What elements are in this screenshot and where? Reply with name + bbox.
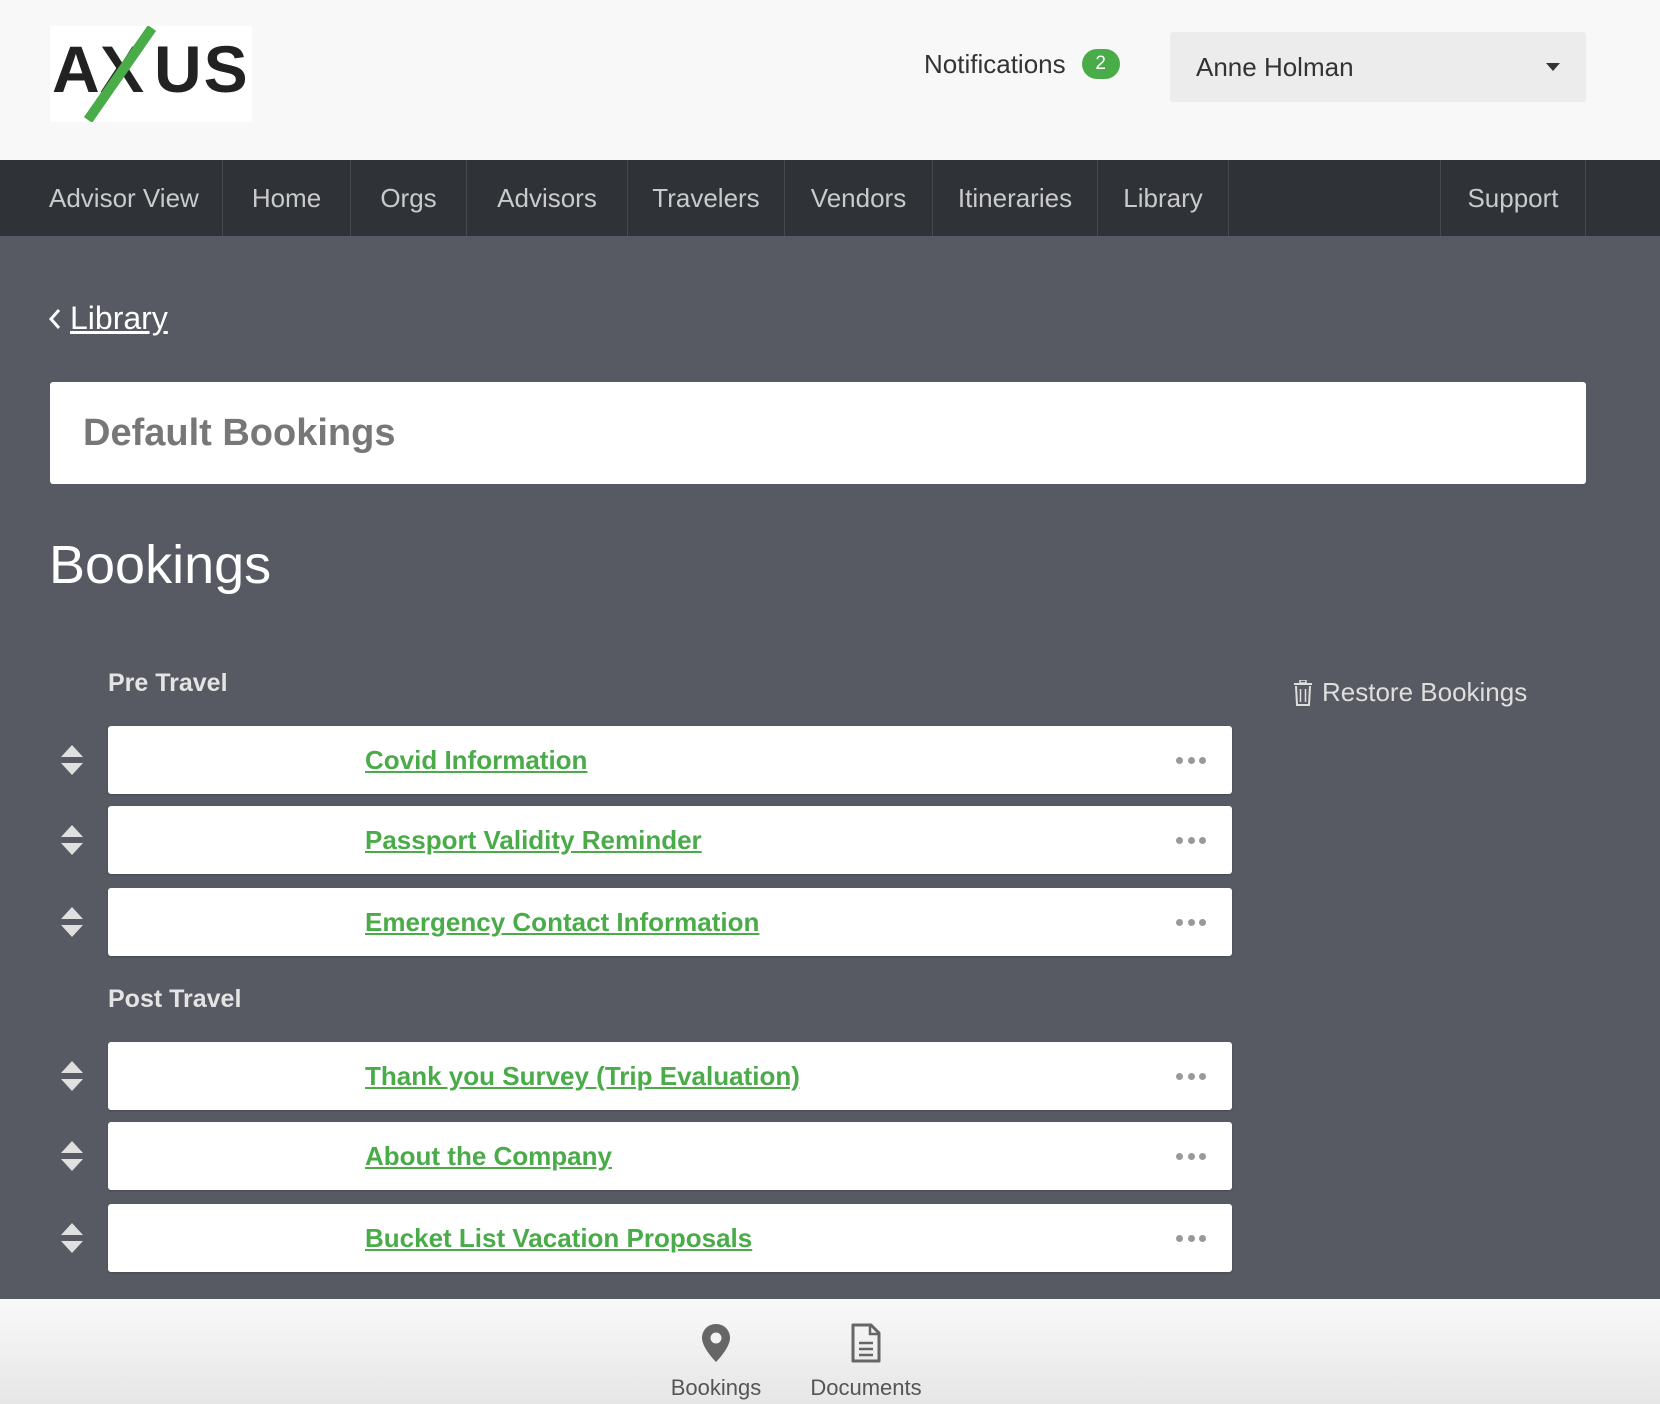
notifications-count-badge: 2 [1081, 49, 1120, 79]
more-options-icon[interactable] [1176, 1064, 1206, 1088]
booking-row: Covid Information [50, 726, 1232, 794]
restore-bookings-label: Restore Bookings [1322, 677, 1528, 707]
booking-title-link[interactable]: Thank you Survey (Trip Evaluation) [365, 1042, 800, 1110]
caret-down-icon [1546, 63, 1560, 71]
app-header: A X US Notifications 2 Anne Holman [0, 0, 1660, 160]
back-link-label: Library [70, 300, 168, 336]
title-card: Default Bookings [50, 382, 1586, 484]
more-options-icon[interactable] [1176, 910, 1206, 934]
group-label-post-travel: Post Travel [108, 985, 242, 1013]
user-name: Anne Holman [1196, 51, 1354, 82]
more-options-icon[interactable] [1176, 748, 1206, 772]
booking-row: Thank you Survey (Trip Evaluation) [50, 1042, 1232, 1110]
nav-support[interactable]: Support [1441, 160, 1585, 236]
booking-row: Bucket List Vacation Proposals [50, 1204, 1232, 1272]
back-to-library-link[interactable]: Library [48, 300, 168, 337]
booking-title-link[interactable]: Emergency Contact Information [365, 888, 759, 956]
group-label-pre-travel: Pre Travel [108, 669, 228, 697]
drag-handle-icon[interactable] [60, 1059, 84, 1093]
more-options-icon[interactable] [1176, 1226, 1206, 1250]
booking-title-link[interactable]: Covid Information [365, 726, 587, 794]
drag-handle-icon[interactable] [60, 1139, 84, 1173]
nav-advisors[interactable]: Advisors [467, 160, 627, 236]
user-menu-dropdown[interactable]: Anne Holman [1170, 32, 1586, 102]
page-title: Default Bookings [83, 411, 396, 454]
booking-card: Emergency Contact Information [108, 888, 1232, 956]
bottom-tab-documents[interactable]: Documents [806, 1299, 926, 1404]
map-pin-icon [702, 1324, 730, 1362]
restore-bookings-button[interactable]: Restore Bookings [1292, 677, 1527, 708]
booking-title-link[interactable]: Passport Validity Reminder [365, 806, 702, 874]
drag-handle-icon[interactable] [60, 1221, 84, 1255]
booking-card: Thank you Survey (Trip Evaluation) [108, 1042, 1232, 1110]
nav-vendors[interactable]: Vendors [785, 160, 932, 236]
booking-title-link[interactable]: About the Company [365, 1122, 612, 1190]
nav-divider [1228, 160, 1229, 236]
bottom-tab-label: Bookings [670, 1375, 762, 1400]
nav-library[interactable]: Library [1098, 160, 1228, 236]
nav-home[interactable]: Home [223, 160, 350, 236]
booking-title-link[interactable]: Bucket List Vacation Proposals [365, 1204, 752, 1272]
booking-card: About the Company [108, 1122, 1232, 1190]
booking-card: Bucket List Vacation Proposals [108, 1204, 1232, 1272]
booking-card: Passport Validity Reminder [108, 806, 1232, 874]
drag-handle-icon[interactable] [60, 823, 84, 857]
drag-handle-icon[interactable] [60, 905, 84, 939]
more-options-icon[interactable] [1176, 1144, 1206, 1168]
axus-logo[interactable]: A X US [50, 26, 252, 122]
nav-orgs[interactable]: Orgs [351, 160, 466, 236]
section-heading: Bookings [49, 535, 272, 595]
notifications-link[interactable]: Notifications 2 [924, 46, 1120, 82]
chevron-left-icon [48, 308, 61, 329]
booking-row: Passport Validity Reminder [50, 806, 1232, 874]
nav-divider [1585, 160, 1586, 236]
document-icon [851, 1323, 881, 1363]
notifications-label: Notifications [924, 48, 1066, 79]
drag-handle-icon[interactable] [60, 743, 84, 777]
nav-travelers[interactable]: Travelers [628, 160, 784, 236]
booking-row: Emergency Contact Information [50, 888, 1232, 956]
trash-icon [1294, 679, 1312, 706]
nav-advisor-view[interactable]: Advisor View [22, 160, 222, 236]
booking-card: Covid Information [108, 726, 1232, 794]
more-options-icon[interactable] [1176, 828, 1206, 852]
bottom-tab-label: Documents [810, 1375, 922, 1400]
bottom-tab-bookings[interactable]: Bookings [666, 1299, 766, 1404]
booking-row: About the Company [50, 1122, 1232, 1190]
nav-itineraries[interactable]: Itineraries [933, 160, 1097, 236]
bottom-tab-bar: Bookings Documents [0, 1299, 1660, 1404]
main-nav: Advisor View Home Orgs Advisors Traveler… [0, 160, 1660, 236]
svg-text:A: A [52, 32, 102, 106]
svg-text:US: US [154, 32, 250, 106]
